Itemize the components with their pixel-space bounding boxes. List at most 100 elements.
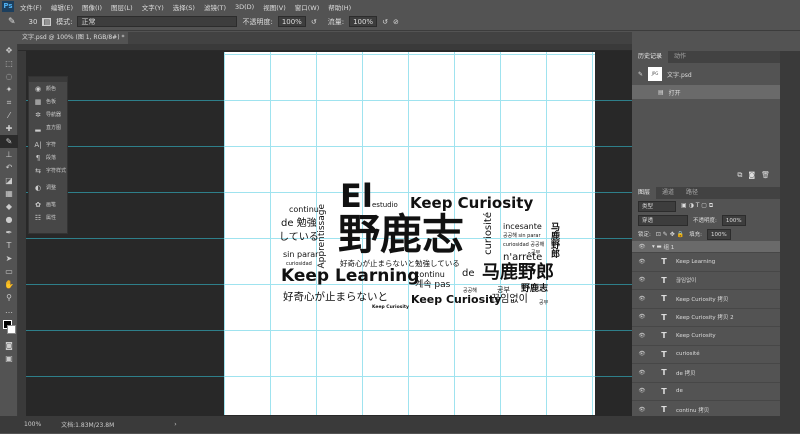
document-tab[interactable]: 文字.psd @ 100% (图 1, RGB/8#) * × [18,32,128,53]
path-select-tool-icon[interactable]: ➤ [0,252,18,265]
panel-adjustments[interactable]: ◐ 调整 [29,181,67,194]
layer-group[interactable]: 👁 ▾ ▬ 组 1 [632,241,780,253]
quick-mask-icon[interactable]: ◙ [0,339,18,352]
dodge-tool-icon[interactable]: ● [0,213,18,226]
menu-select[interactable]: 选择(S) [173,2,195,12]
layer-row[interactable]: 👁 T 끊임없이 [632,272,780,290]
flow-input[interactable]: 100% [349,16,378,27]
eyedropper-tool-icon[interactable]: ⁄ [0,109,18,122]
visibility-eye-icon[interactable]: 👁 [632,244,652,250]
pen-tool-icon[interactable]: ✒ [0,226,18,239]
menu-help[interactable]: 帮助(H) [328,2,351,12]
word: curiosidad 공공해 [503,242,545,248]
layer-row[interactable]: 👁 Tde 拷贝 [632,364,780,383]
hand-tool-icon[interactable]: ✋ [0,278,18,291]
tab-paths[interactable]: 路径 [680,187,704,199]
gradient-tool-icon[interactable]: ▦ [0,187,18,200]
layer-row[interactable]: 👁 Tcuriosité [632,346,780,364]
color-swatches[interactable] [0,317,18,339]
layer-row[interactable]: 👁 T Keep Curiosity 拷贝 [632,290,780,309]
lasso-tool-icon[interactable]: ◌ [0,70,18,83]
mode-label: 模式: [56,17,73,26]
zoom-tool-icon[interactable]: ⚲ [0,291,18,304]
panel-character-styles[interactable]: ⇆ 字符样式 [29,164,67,177]
pressure-opacity-icon[interactable]: ↺ [311,18,317,26]
history-brush-icon[interactable]: ↶ [0,161,18,174]
document-canvas[interactable]: El estudio Keep Curiosity continu Appren… [224,52,595,415]
layer-row[interactable]: 👁 T Keep Curiosity [632,327,780,346]
lock-icons[interactable]: ⊡ ✎ ✥ 🔒 [656,231,684,238]
crop-tool-icon[interactable]: ⌗ [0,96,18,109]
brush-size-picker[interactable]: 30 [29,18,38,26]
menu-edit[interactable]: 编辑(E) [51,2,73,12]
text-layer-icon: T [661,349,667,359]
lock-row: 锁定: ⊡ ✎ ✥ 🔒 填充: 100% [632,227,780,241]
layer-row[interactable]: 👁 T Keep Curiosity 拷贝 2 [632,309,780,327]
airbrush-icon[interactable]: ↺ [382,18,388,26]
menu-layer[interactable]: 图层(L) [111,2,133,12]
trash-icon[interactable]: 🗑 [761,171,770,183]
visibility-eye-icon[interactable]: 👁 [632,407,652,413]
visibility-eye-icon[interactable]: 👁 [632,370,652,376]
new-document-icon[interactable]: ⧉ [737,171,742,183]
panel-properties[interactable]: ☷ 属性 [29,211,67,224]
shape-tool-icon[interactable]: ▭ [0,265,18,278]
panel-color[interactable]: ◉ 颜色 [29,82,67,95]
brush-tool-icon[interactable]: ✎ [8,17,16,27]
visibility-eye-icon[interactable]: 👁 [632,277,652,283]
camera-icon[interactable]: ◙ [748,171,755,183]
status-menu-arrow-icon[interactable]: › [174,421,176,428]
brush-tool-icon[interactable]: ✎ [0,135,18,148]
layer-row[interactable]: 👁 Tde [632,383,780,401]
menu-file[interactable]: 文件(F) [20,2,42,12]
tab-layers[interactable]: 图层 [632,187,657,199]
visibility-eye-icon[interactable]: 👁 [632,259,652,265]
visibility-eye-icon[interactable]: 👁 [632,333,652,339]
panel-histogram[interactable]: ▂ 直方图 [29,121,67,134]
move-tool-icon[interactable]: ✥ [0,44,18,57]
menu-filter[interactable]: 滤镜(T) [204,2,226,12]
menu-window[interactable]: 窗口(W) [295,2,320,12]
pressure-size-icon[interactable]: ⊘ [393,18,399,26]
menu-view[interactable]: 视图(V) [263,2,286,12]
visibility-eye-icon[interactable]: 👁 [632,351,652,357]
healing-tool-icon[interactable]: ✚ [0,122,18,135]
type-tool-icon[interactable]: T [0,239,18,252]
magic-wand-tool-icon[interactable]: ✦ [0,83,18,96]
visibility-eye-icon[interactable]: 👁 [632,296,652,302]
more-tools-icon[interactable]: … [0,304,18,317]
menu-type[interactable]: 文字(Y) [142,2,164,12]
fill-input[interactable]: 100% [707,228,731,240]
panel-character[interactable]: A| 字符 [29,138,67,151]
marquee-tool-icon[interactable]: ⬚ [0,57,18,70]
layer-row[interactable]: 👁 T Keep Learning [632,253,780,272]
brush-panel-icon[interactable]: ▤ [42,17,52,26]
blur-tool-icon[interactable]: ◆ [0,200,18,213]
layer-opacity-input[interactable]: 100% [721,214,746,226]
menu-bar: Ps 文件(F) 编辑(E) 图像(I) 图层(L) 文字(Y) 选择(S) 滤… [0,0,800,13]
history-footer: ⧉ ◙ 🗑 [632,171,780,183]
panel-paragraph[interactable]: ¶ 段落 [29,151,67,164]
blend-mode-select[interactable]: 穿透 [638,214,688,226]
visibility-eye-icon[interactable]: 👁 [632,388,652,394]
panel-swatches[interactable]: ▦ 色板 [29,95,67,108]
menu-3d[interactable]: 3D(D) [235,3,254,11]
eraser-tool-icon[interactable]: ◪ [0,174,18,187]
screen-mode-icon[interactable]: ▣ [0,352,18,365]
history-step[interactable]: ▤ 打开 [632,85,780,99]
zoom-level[interactable]: 100% [24,421,41,428]
opacity-input[interactable]: 100% [277,16,306,27]
tab-history[interactable]: 历史记录 [632,51,669,63]
layer-filter-select[interactable]: 类型 [638,200,676,212]
tab-channels[interactable]: 通道 [656,187,680,199]
character-icon: A| [34,140,42,149]
tab-actions[interactable]: 动作 [668,51,692,63]
history-snapshot[interactable]: ✎ JPG 文字.psd [632,63,780,85]
visibility-eye-icon[interactable]: 👁 [632,314,652,320]
menu-image[interactable]: 图像(I) [82,2,102,12]
mode-select[interactable]: 正常 [77,16,238,27]
panel-brush[interactable]: ✿ 画笔 [29,198,67,211]
filter-icons[interactable]: ▣ ◑ T ▢ ⧉ [681,202,713,210]
panel-navigator[interactable]: ✲ 导航器 [29,108,67,121]
stamp-tool-icon[interactable]: ⊥ [0,148,18,161]
